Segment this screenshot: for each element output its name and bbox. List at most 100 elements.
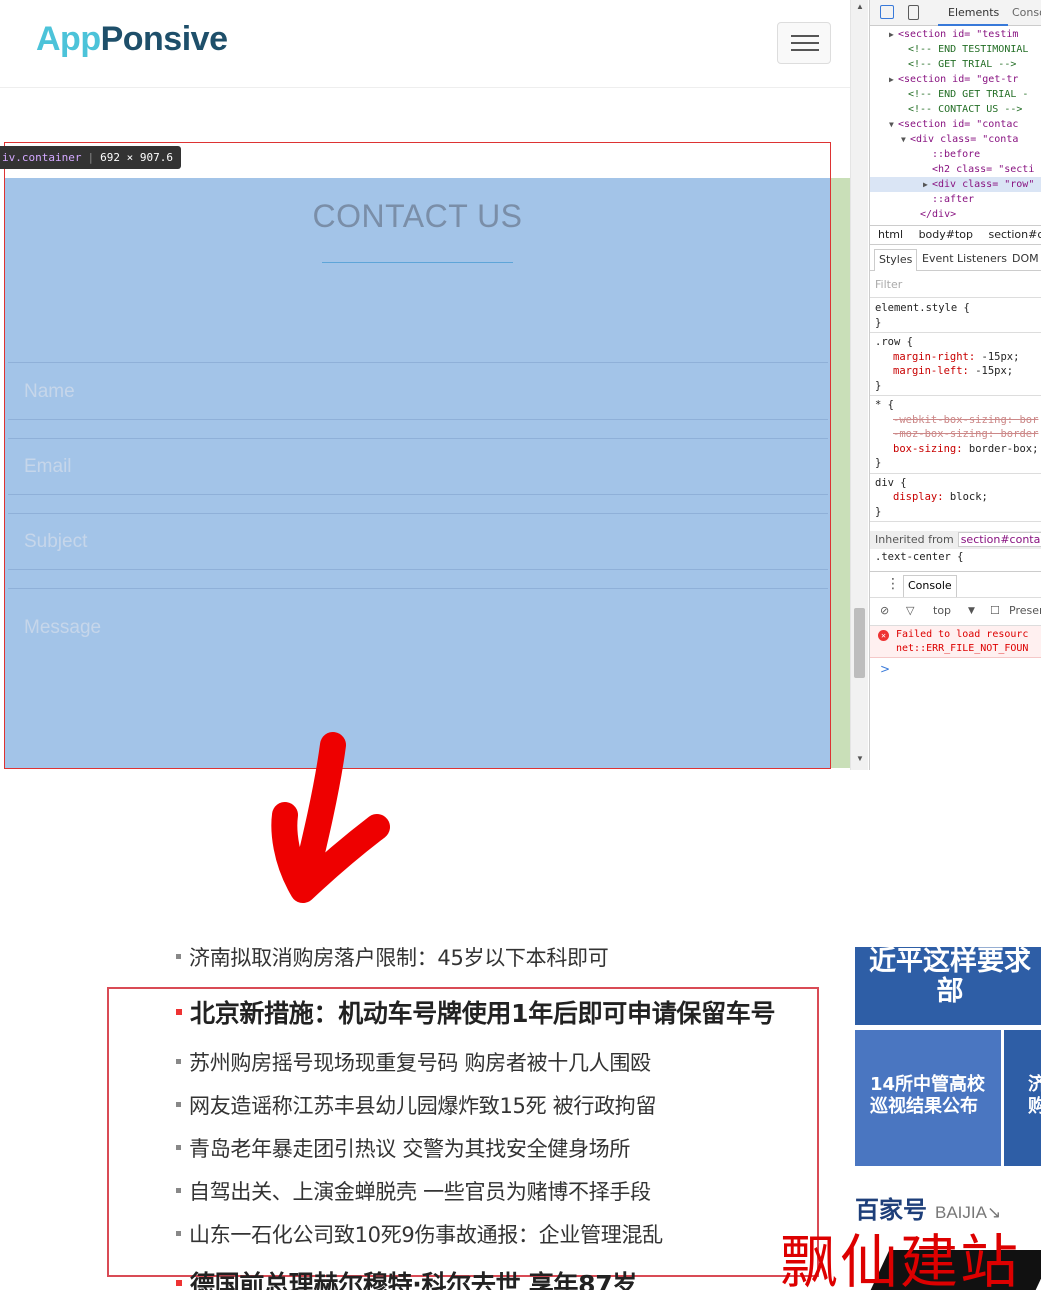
news-headline[interactable]: 山东一石化公司致10死9伤事故通报：企业管理混乱 [176, 1219, 663, 1249]
inspect-element-icon[interactable] [880, 5, 894, 19]
css-property[interactable]: margin-right: -15px; [875, 350, 1037, 365]
dom-node-line[interactable]: <!-- GET TRIAL --> [870, 57, 1041, 72]
dom-node-line[interactable]: ::after [870, 192, 1041, 207]
css-selector[interactable]: element.style { [875, 301, 1037, 316]
breadcrumb-section[interactable]: section#co [989, 228, 1041, 241]
container-outline [4, 142, 831, 769]
css-rules: element.style {} .row {margin-right: -15p… [870, 299, 1041, 522]
breadcrumb-body[interactable]: body#top [919, 228, 973, 241]
news-headline[interactable]: 青岛老年暴走团引热议 交警为其找安全健身场所 [176, 1133, 630, 1163]
dom-node-line[interactable]: ::before [870, 147, 1041, 162]
tab-elements[interactable]: Elements [948, 6, 999, 19]
css-property-value: border-box; [968, 442, 1039, 455]
side-card-partial[interactable]: 济 购 [1004, 1030, 1041, 1166]
tab-dom[interactable]: DOM [1012, 252, 1039, 265]
side-card-top[interactable]: 近平这样要求 部 [855, 947, 1041, 1025]
padding-overlay [830, 178, 850, 768]
news-headline-text: 苏州购房摇号现场现重复号码 购房者被十几人围殴 [189, 1051, 651, 1075]
watermark-text: 飘仙建站 [780, 1228, 1021, 1290]
clear-console-icon[interactable]: ⊘ [880, 604, 889, 617]
expand-triangle-icon[interactable]: ▼ [901, 132, 906, 147]
collapse-triangle-icon[interactable]: ▶ [889, 27, 894, 42]
error-icon: ✕ [878, 630, 889, 641]
console-prompt[interactable]: > [880, 662, 890, 676]
css-property-value: bor [1019, 413, 1039, 426]
dom-node-text: <section id= "testim [898, 29, 1019, 40]
hamburger-menu-button[interactable] [777, 22, 831, 64]
scroll-thumb[interactable] [854, 608, 865, 678]
styles-filter-input[interactable]: Filter [870, 272, 1041, 298]
dom-node-line[interactable]: ▼ <div class= "conta [870, 132, 1041, 147]
collapse-triangle-icon[interactable]: ▶ [923, 177, 928, 192]
dom-node-line[interactable]: ▼ <section id= "contac [870, 117, 1041, 132]
news-headline[interactable]: 网友造谣称江苏丰县幼儿园爆炸致15死 被行政拘留 [176, 1090, 657, 1120]
hamburger-bar [791, 42, 819, 44]
dom-node-line[interactable]: <h2 class= "secti [870, 162, 1041, 177]
breadcrumb-html[interactable]: html [878, 228, 903, 241]
inherited-source-link[interactable]: section#conta [957, 532, 1041, 547]
css-selector[interactable]: .row { [875, 335, 1037, 350]
dom-node-line[interactable]: ▶ <section id= "testim [870, 27, 1041, 42]
dom-node-line[interactable]: <!-- CONTACT US --> [870, 102, 1041, 117]
bullet-icon [176, 1101, 181, 1107]
news-headline[interactable]: 苏州购房摇号现场现重复号码 购房者被十几人围殴 [176, 1047, 651, 1077]
css-rule: div {display: block;} [870, 474, 1041, 522]
expand-triangle-icon[interactable]: ▼ [889, 117, 894, 132]
tooltip-dimensions: 692 × 907.6 [100, 151, 173, 164]
css-selector[interactable]: div { [875, 476, 1037, 491]
dom-node-line[interactable]: ▶ <section id= "get-tr [870, 72, 1041, 87]
chevron-down-icon[interactable]: ▼ [968, 606, 975, 616]
preserve-log-label: Preser [1009, 604, 1041, 617]
scroll-up-arrow-icon[interactable]: ▲ [856, 2, 864, 11]
brand-part-ponsive: Ponsive [100, 20, 228, 58]
name-field[interactable]: Name [24, 381, 75, 403]
brand-logo[interactable]: AppPonsive [36, 20, 228, 59]
news-headline[interactable]: 德国前总理赫尔穆特·科尔去世 享年87岁 [176, 1265, 637, 1290]
error-line-2[interactable]: net::ERR_FILE_NOT_FOUN [896, 642, 1041, 656]
news-headline[interactable]: 北京新措施：机动车号牌使用1年后即可申请保留车号 [176, 994, 776, 1030]
tooltip-selector: iv.container [2, 151, 82, 164]
news-headline[interactable]: 自驾出关、上演金蝉脱壳 一些官员为赌博不择手段 [176, 1176, 651, 1206]
styles-tabbar: Styles Event Listeners DOM [870, 247, 1041, 271]
collapse-triangle-icon[interactable]: ▶ [889, 72, 894, 87]
css-selector[interactable]: * { [875, 398, 1037, 413]
email-field[interactable]: Email [24, 456, 72, 478]
dom-node-line[interactable]: ▶ <div class= "row" [870, 177, 1041, 192]
css-property[interactable]: margin-left: -15px; [875, 364, 1037, 379]
title-underline [322, 262, 513, 263]
css-property[interactable]: box-sizing: border-box; [875, 442, 1039, 457]
context-select[interactable]: top [933, 604, 951, 617]
tab-console-drawer[interactable]: Console [903, 575, 957, 597]
more-options-icon[interactable]: ⋮ [886, 576, 900, 592]
field-border [8, 494, 828, 495]
device-toolbar-icon[interactable] [908, 5, 919, 20]
news-headline-text: 山东一石化公司致10死9伤事故通报：企业管理混乱 [189, 1223, 663, 1247]
css-property-value: border [1000, 428, 1039, 440]
tab-console[interactable]: Conso [1012, 6, 1041, 19]
css-property[interactable]: display: block; [875, 490, 1037, 505]
filter-icon[interactable]: ▽ [906, 604, 914, 617]
subject-field[interactable]: Subject [24, 531, 87, 553]
dom-node-text: <div class= "conta [910, 134, 1019, 145]
css-property-name: -moz-box-sizing [893, 428, 988, 440]
css-property[interactable]: -webkit-box-sizing: bor [875, 413, 1039, 428]
side-card-inspection[interactable]: 14所中管高校 巡视结果公布 [855, 1030, 1001, 1166]
tab-styles[interactable]: Styles [874, 249, 918, 271]
tab-event-listeners[interactable]: Event Listeners [922, 252, 1007, 265]
css-property[interactable]: -moz-box-sizing: border [875, 427, 1039, 442]
dom-node-text: <!-- GET TRIAL --> [908, 59, 1017, 70]
bullet-icon [176, 1280, 182, 1286]
dom-node-line[interactable]: </div> [870, 207, 1041, 222]
news-headline[interactable]: 济南拟取消购房落户限制：45岁以下本科即可 [176, 942, 609, 972]
scroll-down-arrow-icon[interactable]: ▼ [856, 754, 864, 763]
dom-node-line[interactable]: <!-- END TESTIMONIAL [870, 42, 1041, 57]
news-headline-text: 自驾出关、上演金蝉脱壳 一些官员为赌博不择手段 [189, 1180, 651, 1204]
preserve-log-checkbox[interactable]: ☐ [990, 604, 1000, 617]
message-field[interactable]: Message [24, 617, 101, 639]
page-scrollbar[interactable]: ▲ ▼ [850, 0, 868, 770]
css-property-name: display [893, 491, 938, 503]
console-error-message: ✕ Failed to load resourc net::ERR_FILE_N… [870, 626, 1041, 658]
dom-node-text: <section id= "get-tr [898, 74, 1019, 85]
dom-node-line[interactable]: <!-- END GET TRIAL - [870, 87, 1041, 102]
error-line-1: Failed to load resourc [896, 629, 1029, 640]
